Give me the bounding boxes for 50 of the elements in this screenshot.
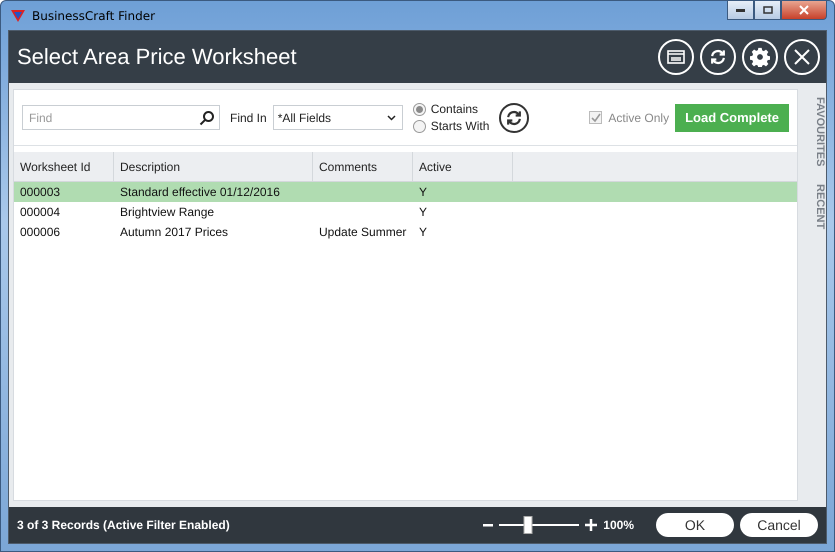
column-header[interactable]: Active — [413, 152, 513, 181]
column-header[interactable]: Description — [114, 152, 313, 181]
refresh-button[interactable] — [700, 39, 736, 75]
sync-icon — [708, 47, 728, 67]
zoom-reading: 100% — [603, 518, 634, 532]
gear-icon — [750, 47, 770, 67]
search-icon — [199, 110, 215, 126]
maximize-icon — [762, 6, 772, 14]
layout-icon — [667, 50, 685, 64]
table-cell-text: 000003 — [19, 184, 62, 201]
record-status: 3 of 3 Records (Active Filter Enabled) — [17, 518, 230, 532]
find-in-dropdown[interactable]: *All Fields — [272, 105, 403, 130]
table-cell-text: 000004 — [19, 204, 62, 221]
find-in-label: Find In — [230, 110, 267, 124]
table-cell-text: 000006 — [19, 224, 62, 241]
search-box[interactable]: Find — [22, 105, 220, 130]
minimize-button[interactable] — [727, 1, 754, 20]
close-icon — [799, 5, 809, 15]
active-only-label: Active Only — [608, 110, 670, 124]
close-icon — [793, 48, 811, 66]
slider-thumb[interactable] — [524, 516, 533, 534]
table-cell-text: Y — [418, 204, 428, 221]
table-cell-text: Y — [418, 224, 428, 241]
table-row[interactable]: 000003 Standard effective 01/12/2016 Y — [14, 182, 797, 202]
close-button[interactable] — [781, 1, 827, 20]
settings-button[interactable] — [742, 39, 778, 75]
cancel-button[interactable]: Cancel — [740, 513, 818, 537]
zoom-out-icon[interactable] — [483, 524, 494, 526]
minimize-icon — [736, 8, 745, 12]
column-header[interactable]: Comments — [313, 152, 413, 181]
window-title: BusinessCraft Finder — [32, 8, 156, 22]
radio-label: Contains — [430, 102, 478, 116]
layout-button[interactable] — [658, 39, 694, 75]
ok-button[interactable]: OK — [656, 513, 734, 537]
table-cell-text: Brightview Range — [119, 204, 216, 221]
app-logo-icon — [10, 8, 26, 22]
table-cell-text: Update Summer — [318, 224, 408, 241]
column-header[interactable]: Worksheet Id — [14, 152, 114, 181]
table-cell-text: Autumn 2017 Prices — [119, 224, 230, 241]
radio-button[interactable] — [412, 120, 426, 132]
sync-button[interactable] — [499, 102, 530, 132]
maximize-button[interactable] — [754, 1, 781, 20]
dialog-title: Select Area Price Worksheet — [17, 44, 297, 70]
find-field[interactable]: Find — [27, 106, 199, 129]
table-cell-text: Standard effective 01/12/2016 — [119, 184, 281, 201]
radio-button[interactable] — [412, 102, 426, 116]
table-cell-text: Y — [418, 184, 428, 201]
zoom-in-icon[interactable] — [585, 519, 598, 531]
radio-label: Starts With — [430, 119, 490, 133]
chevron-icon — [386, 114, 396, 120]
